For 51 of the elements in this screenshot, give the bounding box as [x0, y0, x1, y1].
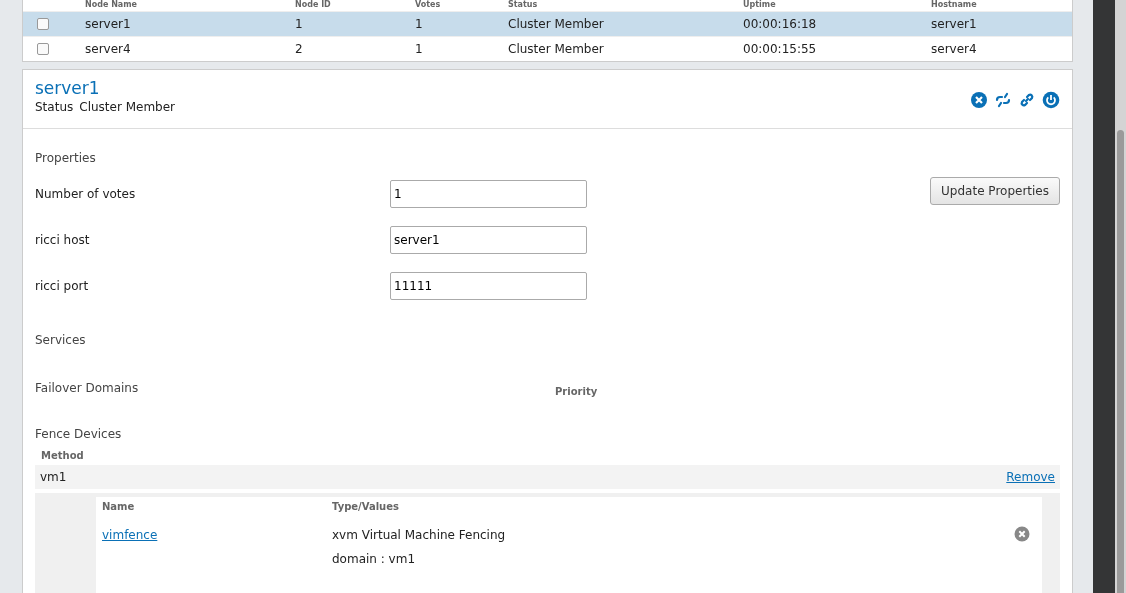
field-label: ricci port [35, 278, 90, 295]
table-cell: Cluster Member [508, 17, 604, 31]
status-value: Cluster Member [79, 100, 175, 114]
input-field[interactable]: 1 [390, 180, 587, 208]
node-title: server1 [35, 78, 101, 98]
table-cell: 1 [415, 42, 423, 56]
table-cell: 00:00:16:18 [743, 17, 817, 31]
remove-link[interactable]: Remove [1006, 468, 1055, 486]
column-header: Name [102, 500, 136, 514]
field-label: ricci host [35, 232, 91, 249]
close-icon[interactable] [970, 91, 988, 109]
table-cell: 1 [415, 17, 423, 31]
column-header[interactable]: Hostname [931, 0, 977, 9]
column-header: Method [40, 449, 85, 463]
column-header[interactable]: Uptime [743, 0, 776, 9]
checkbox[interactable] [37, 18, 49, 30]
table-cell: server4 [85, 42, 131, 56]
field-label: Number of votes [35, 186, 137, 203]
table-cell: server1 [931, 17, 977, 31]
scrollbar[interactable] [1115, 0, 1126, 593]
column-header: Priority [555, 385, 598, 399]
power-icon[interactable] [1042, 91, 1060, 109]
table-cell: 00:00:15:55 [743, 42, 817, 56]
status-label: Status [35, 100, 74, 114]
table-cell: server4 [931, 42, 977, 56]
update-button[interactable]: Update Properties [930, 177, 1060, 205]
delete-icon[interactable] [1014, 526, 1030, 542]
section-heading: Properties [34, 150, 97, 167]
method-name: vm1 [40, 469, 67, 486]
section-heading: Services [34, 332, 87, 349]
device-type: xvm Virtual Machine Fencing [332, 527, 506, 544]
section-heading: Fence Devices [34, 426, 123, 443]
column-header[interactable]: Votes [415, 0, 441, 9]
broken-link-icon[interactable] [994, 91, 1012, 109]
input-field[interactable]: 11111 [390, 272, 587, 300]
column-header[interactable]: Node ID [295, 0, 331, 9]
input-field[interactable]: server1 [390, 226, 587, 254]
device-link[interactable]: vimfence [102, 528, 158, 542]
selected-row[interactable]: server1 1 1 Cluster Member 00:00:16:18 server1 [23, 11, 1072, 36]
section-heading: Failover Domains [34, 380, 140, 397]
checkbox[interactable] [37, 43, 49, 55]
column-header: Type/Values [332, 500, 399, 514]
column-header[interactable]: Status [508, 0, 538, 9]
table-cell: Cluster Member [508, 42, 604, 56]
device-value: domain : vm1 [332, 551, 417, 568]
table-cell: 2 [295, 42, 303, 56]
table-cell: server1 [85, 17, 131, 31]
column-header[interactable]: Node Name [85, 0, 137, 9]
link-icon[interactable] [1018, 91, 1036, 109]
table-cell: 1 [295, 17, 303, 31]
scrollbar-thumb[interactable] [1117, 130, 1124, 593]
